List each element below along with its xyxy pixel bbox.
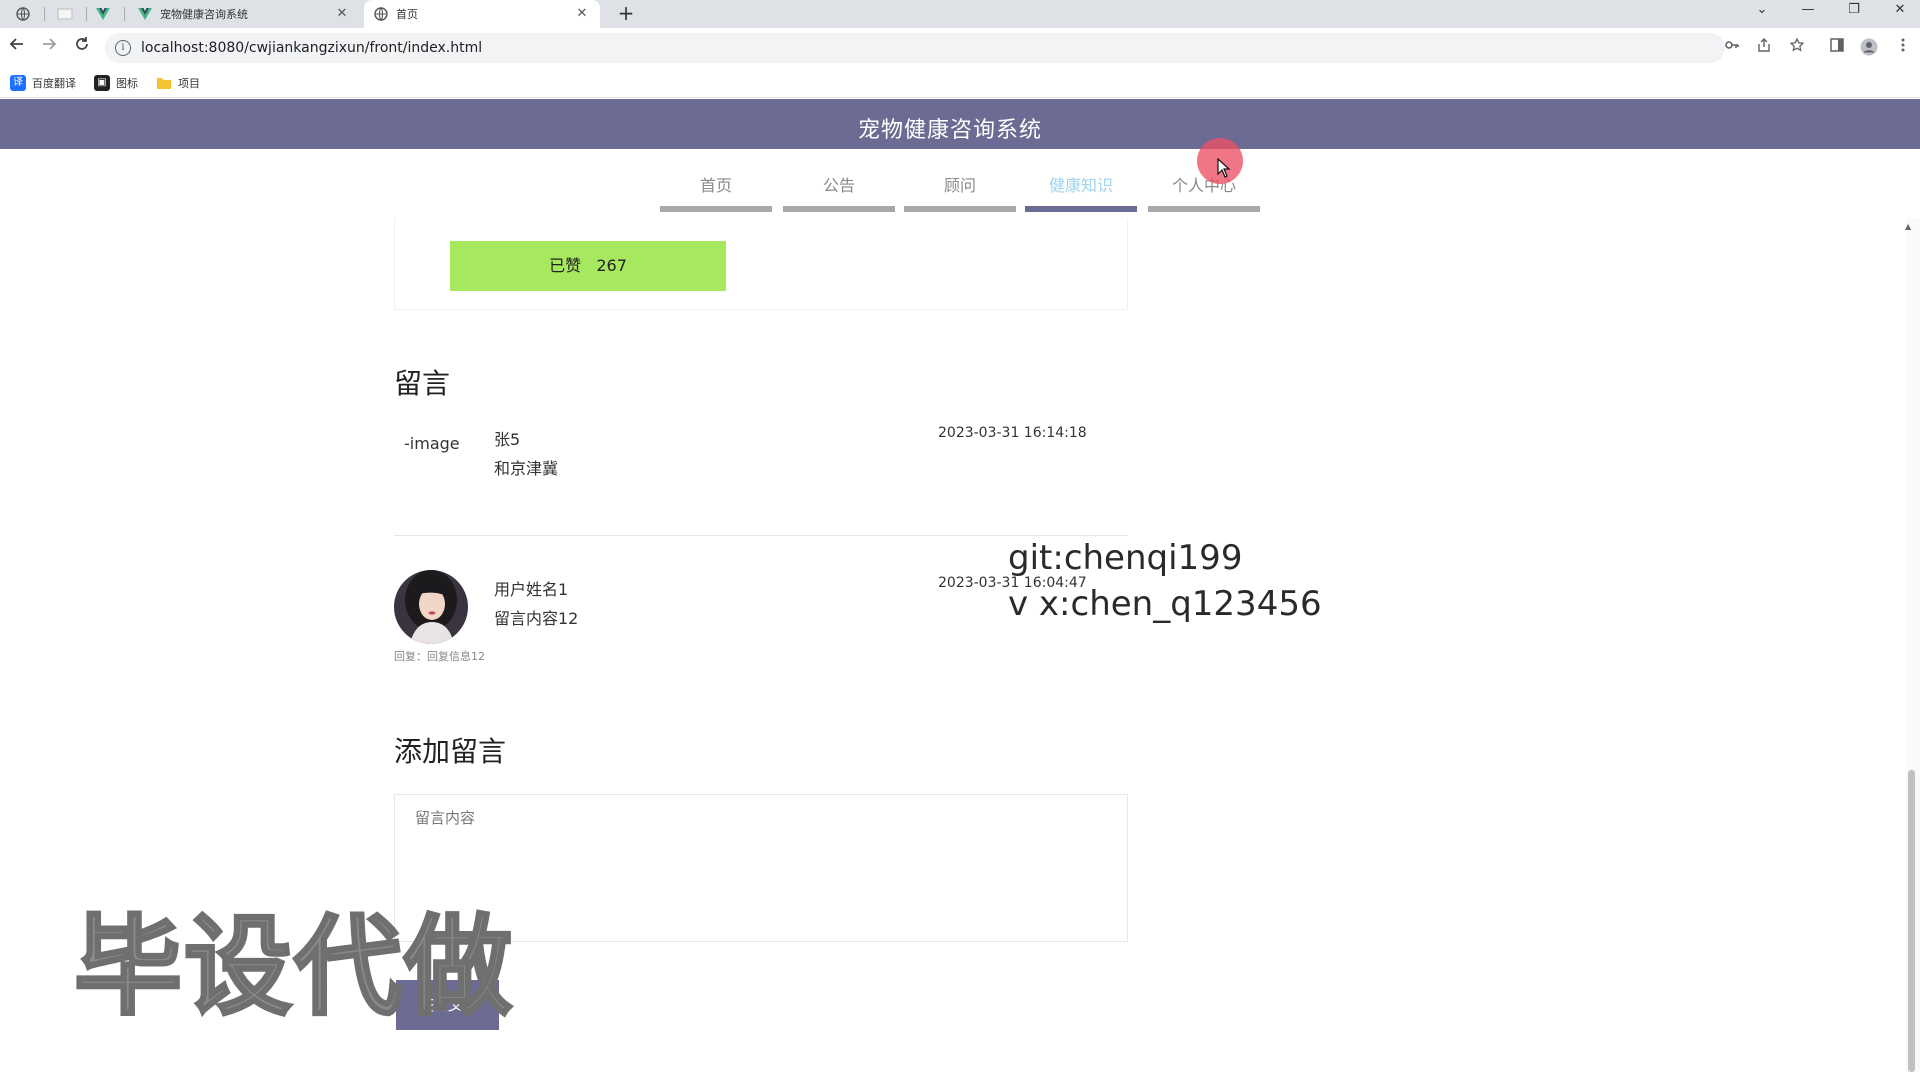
nav-notices[interactable]: 公告 — [783, 162, 895, 212]
minimize-button[interactable]: — — [1788, 0, 1828, 24]
bookmarks-bar: 译 百度翻译 ▣ 图标 项目 — [0, 68, 1920, 98]
bookmark-projects[interactable]: 项目 — [156, 75, 200, 91]
bookmark-label: 图标 — [116, 76, 138, 90]
star-icon[interactable] — [1787, 37, 1807, 58]
key-icon[interactable] — [1722, 38, 1742, 58]
profile-avatar-icon[interactable] — [1859, 38, 1879, 58]
globe-icon — [16, 7, 30, 21]
bookmark-label: 项目 — [178, 76, 200, 90]
comment-time: 2023-03-31 16:14:18 — [938, 425, 1087, 441]
tab-title: 宠物健康咨询系统 — [160, 8, 248, 21]
comment-author: 用户姓名1 — [494, 580, 569, 599]
like-button[interactable]: 已赞 267 — [450, 241, 726, 291]
nav-consultants[interactable]: 顾问 — [904, 162, 1016, 212]
comment-author: 张5 — [494, 430, 521, 449]
nav-label: 首页 — [699, 176, 732, 195]
blank-page-icon — [57, 8, 73, 20]
pinned-tab-vue[interactable] — [84, 0, 122, 28]
image-icon: ▣ — [94, 74, 110, 91]
tab-separator — [124, 7, 125, 21]
reload-button[interactable] — [70, 36, 94, 60]
nav-label: 健康知识 — [1048, 176, 1113, 195]
tab-close-icon[interactable]: ✕ — [334, 6, 350, 22]
address-bar[interactable]: i localhost:8080/cwjiankangzixun/front/i… — [105, 33, 1725, 63]
address-url[interactable]: localhost:8080/cwjiankangzixun/front/ind… — [141, 40, 482, 56]
nav-underline — [783, 206, 895, 212]
translate-icon: 译 — [10, 74, 26, 91]
overlay-wx-text: v x:chen_q123456 — [1008, 584, 1322, 624]
restore-button[interactable]: ❐ — [1834, 0, 1874, 24]
avatar-alt-text: image — [409, 434, 460, 453]
nav-underline — [1025, 206, 1137, 212]
scroll-up-arrow-icon[interactable]: ▲ — [1905, 222, 1911, 231]
bookmark-label: 百度翻译 — [32, 76, 76, 90]
comments-heading: 留言 — [394, 367, 451, 400]
tab-pet-system[interactable]: 宠物健康咨询系统 ✕ — [128, 0, 360, 28]
watermark-text: 毕设代做 — [72, 904, 515, 1032]
pinned-tab-blank[interactable] — [46, 0, 84, 28]
nav-underline — [1148, 206, 1260, 212]
comment-content: 和京津冀 — [494, 459, 559, 478]
nav-label: 顾问 — [943, 176, 976, 195]
folder-icon — [157, 77, 171, 89]
share-icon[interactable] — [1754, 38, 1774, 58]
scrollbar-thumb[interactable] — [1908, 770, 1915, 1072]
avatar — [394, 570, 468, 644]
back-button[interactable] — [5, 36, 29, 60]
nav-underline — [660, 206, 772, 212]
nav-label: 公告 — [822, 176, 855, 195]
site-title: 宠物健康咨询系统 — [857, 118, 1042, 143]
vue-icon — [96, 8, 110, 20]
like-label: 已赞 — [549, 256, 582, 275]
site-info-icon[interactable]: i — [115, 40, 131, 56]
vue-icon — [138, 7, 152, 21]
broken-image-avatar: -image — [404, 434, 460, 453]
new-tab-button[interactable]: + — [612, 0, 640, 28]
site-header: 宠物健康咨询系统 — [0, 99, 1920, 149]
comment-content: 留言内容12 — [494, 609, 579, 628]
arrow-left-icon — [9, 38, 23, 50]
bookmark-icons[interactable]: ▣ 图标 — [94, 74, 138, 91]
overlay-git-text: git:chenqi199 — [1008, 538, 1243, 578]
close-window-button[interactable]: ✕ — [1880, 0, 1920, 24]
like-count: 267 — [596, 256, 627, 275]
pinned-tab-globe[interactable] — [4, 0, 42, 28]
arrow-right-icon — [43, 38, 57, 50]
nav-home[interactable]: 首页 — [660, 162, 772, 212]
tab-search-button[interactable]: ⌄ — [1742, 0, 1782, 24]
nav-underline — [904, 206, 1016, 212]
globe-icon — [374, 7, 388, 21]
add-comment-heading: 添加留言 — [394, 735, 507, 768]
browser-toolbar: i localhost:8080/cwjiankangzixun/front/i… — [0, 28, 1920, 68]
tab-separator — [44, 7, 45, 21]
bookmark-baidu-translate[interactable]: 译 百度翻译 — [10, 74, 76, 91]
comment-reply: 回复：回复信息12 — [394, 650, 485, 663]
tab-title: 首页 — [396, 8, 418, 21]
tab-close-icon[interactable]: ✕ — [574, 6, 590, 22]
nav-health-knowledge[interactable]: 健康知识 — [1025, 162, 1137, 212]
side-panel-icon[interactable] — [1827, 38, 1847, 58]
tab-home[interactable]: 首页 ✕ — [364, 0, 600, 28]
forward-button[interactable] — [37, 36, 61, 60]
comment-divider — [394, 535, 1128, 536]
browser-tabstrip: 宠物健康咨询系统 ✕ 首页 ✕ + ⌄ — ❐ ✕ — [0, 0, 1920, 28]
mouse-cursor-icon — [1217, 158, 1231, 178]
reload-icon — [76, 37, 88, 50]
comment-item: -image 张5 和京津冀 2023-03-31 16:14:18 — [394, 418, 1128, 528]
more-menu-icon[interactable] — [1893, 38, 1913, 58]
